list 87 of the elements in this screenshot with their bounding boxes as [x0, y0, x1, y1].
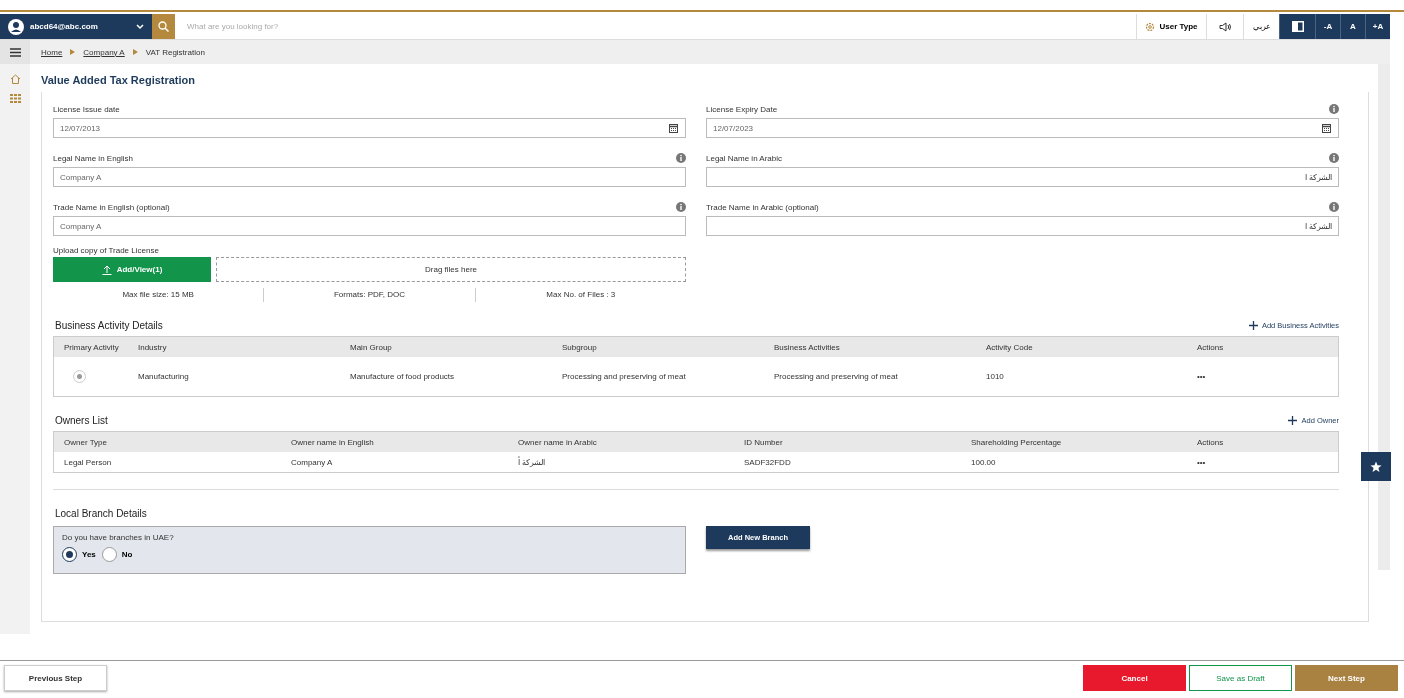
input-field[interactable]: Company A: [53, 167, 686, 187]
info-icon: [1329, 104, 1339, 114]
info-icon: [1329, 153, 1339, 163]
column-header: Primary Activity: [64, 342, 120, 352]
column-header: Subgroup: [562, 342, 598, 352]
breadcrumb-current: VAT Registration: [145, 47, 205, 57]
section-title: Owners List: [54, 414, 108, 426]
speaker-icon: [1218, 21, 1232, 32]
column-header: ID Number: [744, 437, 784, 447]
actions-menu[interactable]: •••: [1197, 457, 1338, 467]
breadcrumb-link[interactable]: Company A: [83, 47, 125, 57]
field-label: Legal Name in Arabic: [706, 153, 783, 163]
input-field[interactable]: الشركة أ: [706, 216, 1339, 236]
upload-icon: [101, 264, 112, 275]
font-size-button[interactable]: -A: [1315, 14, 1340, 39]
info-icon: [676, 153, 686, 163]
chevron-down-icon: [136, 23, 144, 30]
breadcrumb-link[interactable]: Home: [41, 47, 63, 57]
table-cell-text: Manufacture of food products: [350, 372, 456, 381]
column-header: Industry: [138, 342, 168, 352]
cancel-button[interactable]: Cancel: [1083, 665, 1186, 691]
info-icon: [1329, 202, 1339, 212]
radio-button[interactable]: [73, 370, 86, 383]
add-view-button[interactable]: Add/View(1): [53, 257, 211, 282]
column-header: Activity Code: [986, 342, 1034, 352]
field-label: License Expiry Date: [706, 104, 778, 114]
home-icon: [9, 74, 21, 84]
date-field[interactable]: 12/07/2013: [53, 118, 686, 138]
contrast-button[interactable]: [1279, 14, 1315, 39]
section-title: Business Activity Details: [54, 319, 163, 331]
calendar-icon: [669, 124, 678, 133]
upload-note: Formats: PDF, DOC: [263, 288, 475, 302]
drop-zone[interactable]: Drag files here: [216, 257, 686, 282]
column-header: Shareholding Percentage: [971, 437, 1063, 447]
user-menu[interactable]: abcd64@abc.com: [0, 14, 152, 39]
column-header: Owner name in Arabic: [518, 437, 598, 447]
actions-menu[interactable]: •••: [1197, 372, 1338, 381]
column-header: Actions: [1197, 342, 1225, 352]
upload-note: Max file size: 15 MB: [121, 289, 195, 301]
field-label: Trade Name in Arabic (optional): [706, 202, 819, 212]
table-cell-text: Manufacturing: [138, 372, 190, 381]
search-button[interactable]: [152, 14, 175, 39]
info-icon: [676, 202, 686, 212]
page-title: Value Added Tax Registration: [41, 74, 197, 86]
column-header: Owner Type: [64, 437, 108, 447]
table-cell-text: 100.00: [971, 457, 997, 467]
table-cell-text: Processing and preserving of meat: [562, 372, 687, 381]
table-cell-text: Processing and preserving of meat: [774, 372, 899, 381]
table-cell-text: 1010: [986, 372, 1005, 381]
field-label: Legal Name in English: [53, 153, 134, 163]
upload-label: Upload copy of Trade License: [53, 246, 160, 255]
column-header: Owner name in English: [291, 437, 375, 447]
next-step-button[interactable]: Next Step: [1295, 665, 1398, 691]
calendar-icon: [1322, 124, 1331, 133]
menu-icon: [9, 47, 21, 57]
user-avatar-icon: [8, 18, 24, 35]
favorite-button[interactable]: [1361, 452, 1391, 481]
font-size-button[interactable]: A: [1340, 14, 1365, 39]
table-cell-text: الشركة أ: [518, 457, 547, 467]
field-label: Trade Name in English (optional): [53, 202, 170, 212]
table-cell-text: Company A: [291, 457, 334, 467]
contrast-icon: [1291, 21, 1304, 32]
star-icon: [1370, 460, 1382, 473]
input-field[interactable]: الشركة أ: [706, 167, 1339, 187]
search-icon: [158, 21, 169, 32]
input-field[interactable]: Company A: [53, 216, 686, 236]
date-field[interactable]: 12/07/2023: [706, 118, 1339, 138]
radio-option[interactable]: Yes: [62, 547, 96, 562]
table-cell-text: Legal Person: [64, 457, 113, 467]
gear-icon: [1145, 21, 1156, 32]
previous-step-button[interactable]: Previous Step: [4, 665, 107, 691]
plus-icon: [1248, 320, 1258, 330]
column-header: Business Activities: [774, 342, 841, 352]
save-draft-button[interactable]: Save as Draft: [1189, 665, 1292, 691]
grid-icon: [9, 94, 21, 103]
user-email: abcd64@abc.com: [30, 22, 99, 31]
column-header: Actions: [1197, 437, 1225, 447]
breadcrumb-separator-icon: [132, 49, 138, 55]
table-cell-text: SADF32FDD: [744, 457, 792, 467]
column-header: Main Group: [350, 342, 393, 352]
font-size-button[interactable]: +A: [1365, 14, 1390, 39]
question-text: Do you have branches in UAE?: [62, 533, 175, 542]
plus-icon: [1288, 415, 1298, 425]
field-label: License Issue date: [53, 104, 120, 114]
upload-note: Max No. of Files : 3: [474, 288, 686, 302]
breadcrumb-separator-icon: [70, 49, 76, 55]
section-title: Local Branch Details: [54, 507, 147, 519]
